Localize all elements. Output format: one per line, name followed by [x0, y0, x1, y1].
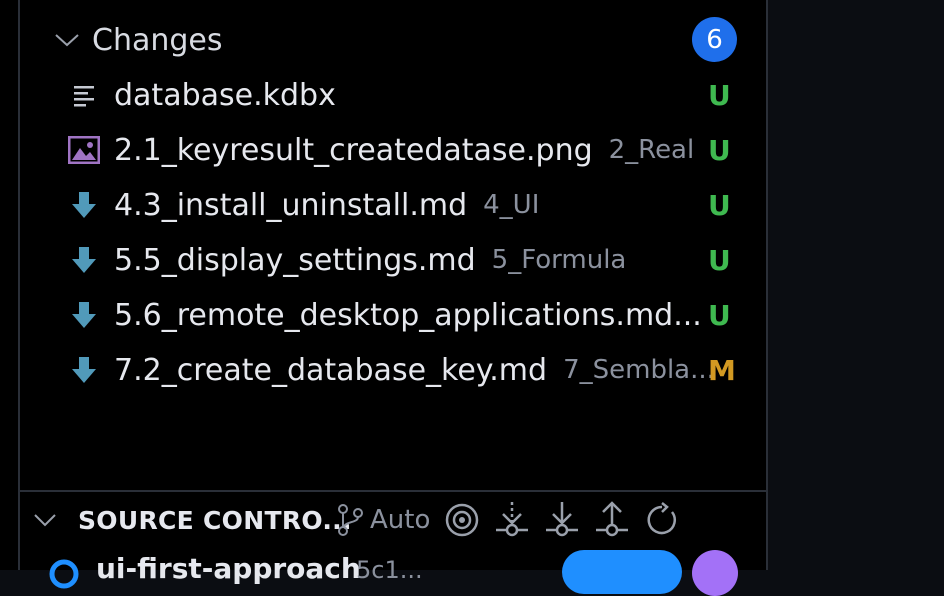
- pull-icon[interactable]: [544, 496, 580, 544]
- file-status-badge: U: [708, 188, 731, 222]
- section-divider: [20, 490, 766, 492]
- file-directory: 4_UI: [483, 190, 540, 220]
- text-file-icon: [66, 77, 102, 113]
- markdown-file-icon: [66, 242, 102, 278]
- branch-row[interactable]: ui-first-approach 5c1...: [40, 548, 760, 596]
- commit-icon: [49, 559, 79, 589]
- file-name: 4.3_install_uninstall.md: [114, 187, 468, 223]
- changed-file-row[interactable]: database.kdbx U: [66, 70, 756, 120]
- panel-left-border: [18, 0, 20, 570]
- changed-file-row[interactable]: 5.6_remote_desktop_applications.md... U: [66, 290, 756, 340]
- changes-title: Changes: [92, 22, 223, 58]
- file-status-badge: U: [708, 78, 731, 112]
- remote-cloud-icon[interactable]: [692, 550, 738, 596]
- source-control-toolbar: Auto: [336, 496, 694, 544]
- image-file-icon: [66, 132, 102, 168]
- target-icon[interactable]: [444, 496, 480, 544]
- changed-file-row[interactable]: 5.5_display_settings.md 5_Formula U: [66, 235, 756, 285]
- chevron-down-icon[interactable]: [52, 25, 82, 55]
- file-directory: 2_Real: [608, 135, 695, 165]
- file-name: database.kdbx: [114, 77, 336, 113]
- file-name: 7.2_create_database_key.md: [114, 352, 548, 388]
- file-status-badge: U: [708, 243, 731, 277]
- file-status-badge: U: [708, 298, 731, 332]
- branch-commit: 5c1...: [356, 556, 423, 584]
- file-status-badge: U: [708, 133, 731, 167]
- chevron-down-icon[interactable]: [30, 505, 60, 535]
- sync-button[interactable]: [562, 550, 682, 594]
- file-name: 5.6_remote_desktop_applications.md...: [114, 297, 702, 333]
- refresh-icon[interactable]: [644, 496, 680, 544]
- auto-label: Auto: [370, 505, 431, 535]
- file-name: 5.5_display_settings.md: [114, 242, 476, 278]
- source-control-title: SOURCE CONTRO...: [78, 505, 352, 535]
- changed-file-row[interactable]: 4.3_install_uninstall.md 4_UI U: [66, 180, 756, 230]
- changed-file-row[interactable]: 2.1_keyresult_createdatase.png 2_Real U: [66, 125, 756, 175]
- editor-area: [768, 0, 944, 570]
- source-control-header[interactable]: SOURCE CONTRO... Auto: [30, 496, 766, 544]
- changes-count-badge: 6: [692, 17, 737, 62]
- file-directory: 5_Formula: [491, 245, 627, 275]
- file-directory: 7_Sembla...: [563, 355, 715, 385]
- markdown-file-icon: [66, 187, 102, 223]
- changes-group-header[interactable]: Changes 6: [52, 15, 742, 65]
- changed-file-row[interactable]: 7.2_create_database_key.md 7_Sembla... M: [66, 345, 756, 395]
- fetch-icon[interactable]: [494, 496, 530, 544]
- file-status-badge: M: [708, 353, 736, 387]
- branch-auto-toggle[interactable]: Auto: [336, 496, 430, 544]
- file-name: 2.1_keyresult_createdatase.png: [114, 132, 593, 168]
- git-branch-icon: [338, 504, 363, 536]
- markdown-file-icon: [66, 297, 102, 333]
- branch-name: ui-first-approach: [96, 552, 361, 585]
- push-icon[interactable]: [594, 496, 630, 544]
- markdown-file-icon: [66, 352, 102, 388]
